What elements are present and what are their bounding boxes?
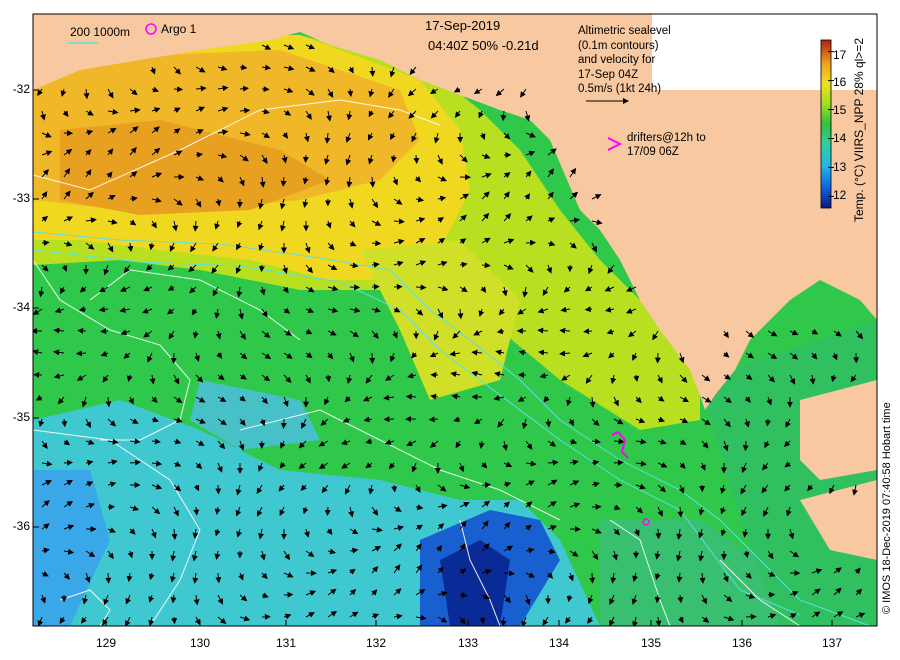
colorbar	[820, 39, 832, 209]
velocity-arrow	[63, 459, 73, 466]
velocity-arrow	[75, 350, 87, 357]
lat-tick-label: -35	[12, 410, 30, 424]
velocity-arrow	[583, 328, 593, 335]
colorbar-tick-label: 16	[833, 75, 847, 89]
velocity-arrow	[559, 327, 571, 334]
velocity-arrow	[41, 239, 50, 246]
argo-label: Argo 1	[161, 22, 197, 36]
lat-tick-label: -36	[12, 519, 30, 533]
velocity-arrow	[459, 592, 468, 599]
altimetry-line: (0.1m contours)	[578, 39, 659, 52]
credit-label: © IMOS 18-Dec-2019 07:40:58 Hobart time	[881, 402, 893, 614]
lon-tick-label: 136	[731, 636, 753, 650]
velocity-arrow	[77, 327, 87, 334]
colorbar-tick-label: 12	[833, 188, 847, 202]
velocity-arrow	[215, 484, 222, 495]
lon-tick-label: 137	[821, 636, 843, 650]
velocity-arrow	[171, 616, 178, 625]
velocity-arrow	[405, 393, 417, 400]
velocity-arrow	[324, 506, 331, 516]
velocity-arrow	[764, 418, 771, 427]
altimetry-line: Altimetric sealevel	[578, 25, 671, 37]
altimetry-line: and velocity for	[578, 54, 656, 66]
drifters-note: drifters@12h to 17/09 06Z	[627, 131, 706, 159]
depth-legend-label: 200 1000m	[70, 25, 131, 39]
altimetry-line: 17-Sep 04Z	[578, 68, 639, 81]
map-time: 04:40Z 50% -0.21d	[428, 38, 539, 53]
colorbar-tick-label: 13	[833, 160, 847, 174]
lon-tick-label: 132	[365, 636, 387, 650]
velocity-arrow	[283, 591, 294, 598]
velocity-arrow	[415, 284, 427, 291]
lat-tick-label: -34	[12, 300, 30, 314]
velocity-arrow	[742, 440, 749, 452]
lon-tick-label: 135	[640, 636, 662, 650]
velocity-arrow	[349, 284, 361, 291]
velocity-arrow	[258, 264, 265, 273]
colorbar-label: Temp. (°C) VIIRS_NPP 28% ql>=2	[852, 38, 866, 222]
velocity-arrow	[655, 528, 662, 540]
velocity-arrow	[525, 239, 537, 246]
velocity-arrow	[503, 570, 515, 577]
lat-tick-label: -33	[12, 191, 30, 205]
velocity-arrow	[170, 352, 177, 364]
lon-tick-label: 131	[275, 636, 297, 650]
colorbar-tick-label: 14	[833, 131, 847, 145]
drifters-line: 17/09 06Z	[627, 146, 679, 158]
altimetry-line: 0.5m/s (1kt 24h)	[578, 83, 662, 95]
altimetry-note: Altimetric sealevel (0.1m contours) and …	[578, 24, 671, 97]
velocity-arrow	[105, 572, 112, 584]
drifters-line: drifters@12h to	[627, 132, 706, 144]
lon-tick-label: 133	[457, 636, 479, 650]
velocity-arrow	[100, 328, 109, 335]
lat-tick-label: -32	[12, 82, 30, 96]
map-date: 17-Sep-2019	[425, 18, 501, 33]
velocity-arrow	[589, 572, 596, 584]
velocity-arrow	[302, 154, 309, 163]
lon-tick-label: 134	[548, 636, 570, 650]
velocity-arrow	[745, 613, 757, 620]
colorbar-tick-label: 15	[833, 103, 847, 117]
colorbar-tick-label: 17	[833, 48, 847, 62]
lon-tick-label: 129	[95, 636, 117, 650]
lon-tick-label: 130	[189, 636, 211, 650]
velocity-arrow	[280, 418, 287, 429]
velocity-arrow	[767, 591, 776, 598]
velocity-arrow	[173, 86, 184, 93]
sst-map	[32, 13, 878, 627]
velocity-arrow	[371, 240, 382, 247]
